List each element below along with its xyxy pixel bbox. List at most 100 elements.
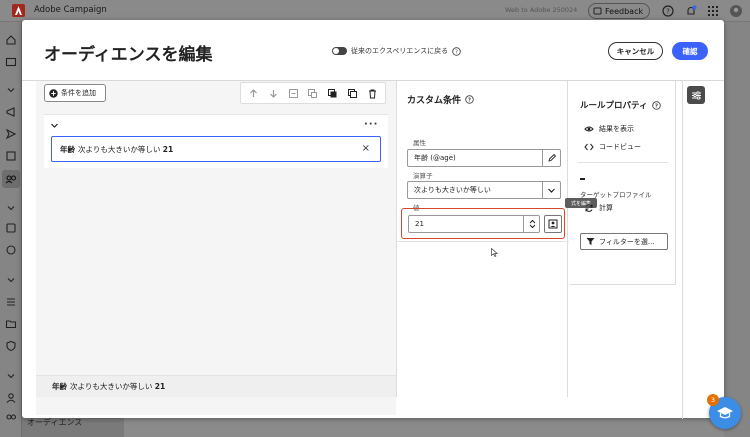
help-badge: 3 — [707, 394, 719, 406]
value-row: 21 — [401, 208, 565, 239]
home-icon[interactable] — [5, 34, 17, 46]
delete-icon[interactable] — [367, 88, 378, 99]
copy-icon[interactable] — [347, 88, 358, 99]
number-stepper[interactable] — [523, 216, 540, 232]
summary-operator: 次よりも大きいか等しい — [70, 382, 153, 391]
expression-icon — [548, 219, 558, 229]
collapse-icon[interactable] — [288, 88, 299, 99]
mouse-cursor-icon — [491, 248, 498, 257]
content-icon[interactable] — [5, 150, 17, 162]
svg-text:?: ? — [666, 8, 670, 16]
dialog-title: オーディエンスを編集 — [44, 45, 213, 65]
app-title[interactable]: Adobe Campaign — [34, 5, 107, 15]
nav-audience-label[interactable]: オーディエンス — [27, 417, 82, 428]
edit-expression-button[interactable] — [544, 215, 562, 233]
calculate-label: 計算 — [599, 204, 613, 212]
select-filter-button[interactable]: フィルターを選... — [580, 233, 668, 250]
add-condition-label: 条件を追加 — [61, 89, 96, 97]
bell-icon[interactable] — [685, 5, 697, 17]
explorer-icon[interactable] — [5, 56, 17, 68]
profile-icon[interactable] — [5, 392, 17, 404]
rule-canvas: 条件を追加 ··· 年齢 次よりも大きいか等しい 21 × 年齢 次よりも大きい… — [36, 81, 396, 415]
custom-condition-panel: カスタム条件 ? 属性 年齢 (@age) 演算子 次よりも大きいか等しい 値 — [396, 81, 597, 397]
reports-icon[interactable] — [5, 222, 17, 234]
edit-audience-dialog: オーディエンスを編集 従来のエクスペリエンスに戻る ? キャンセル 確認 条件を… — [22, 20, 724, 419]
apps-grid-icon[interactable] — [707, 5, 719, 17]
close-icon[interactable]: × — [362, 143, 370, 154]
org-name: Web to Adobe 250024 — [505, 6, 578, 14]
info-icon[interactable]: ? — [452, 46, 461, 56]
rule-properties-title-text: ルールプロパティ — [580, 101, 648, 111]
avatar[interactable] — [730, 5, 742, 17]
chevron-down-icon[interactable] — [50, 121, 59, 130]
svg-text:?: ? — [654, 103, 657, 109]
info-icon[interactable]: ? — [651, 100, 661, 110]
edit-attribute-button[interactable] — [542, 150, 560, 166]
filter-icon — [586, 238, 595, 245]
rule-toolbar — [240, 82, 386, 104]
select-filter-label: フィルターを選... — [599, 237, 655, 246]
folder-icon[interactable] — [5, 318, 17, 330]
properties-toggle-button[interactable] — [687, 86, 705, 104]
move-down-icon[interactable] — [268, 88, 279, 99]
chevron-down-icon[interactable] — [5, 84, 17, 96]
right-rail — [682, 81, 724, 419]
chevron-down-icon — [548, 188, 555, 193]
left-navigation — [0, 22, 22, 437]
target-profile-label: ターゲットプロファイル — [580, 191, 652, 199]
chevron-down-icon[interactable] — [5, 274, 17, 286]
chevron-down-icon[interactable] — [5, 370, 17, 382]
cancel-button[interactable]: キャンセル — [608, 42, 663, 60]
divider — [397, 241, 569, 242]
edit-icon — [547, 153, 556, 162]
add-circle-icon — [49, 88, 58, 98]
background-page-bottom — [124, 418, 724, 437]
graduation-cap-icon — [717, 407, 733, 419]
confirm-button[interactable]: 確認 — [672, 42, 708, 60]
attribute-field[interactable]: 年齢 (@age) — [407, 149, 561, 167]
operator-dropdown-button[interactable] — [542, 182, 560, 198]
add-condition-button[interactable]: 条件を追加 — [44, 84, 106, 102]
toggle-switch[interactable] — [332, 47, 347, 55]
refresh-icon — [585, 204, 593, 212]
background-page-right — [724, 22, 750, 437]
info-icon[interactable]: ? — [465, 95, 474, 104]
top-bar: Adobe Campaign Web to Adobe 250024 Feedb… — [0, 0, 750, 22]
custom-condition-title: カスタム条件 ? — [407, 93, 474, 106]
help-icon[interactable]: ? — [662, 5, 674, 17]
rule-properties-panel: ルールプロパティ ? 結果を表示 コードビュー ターゲットプロファイル 計算 フ… — [570, 81, 676, 285]
chevron-down-icon[interactable] — [529, 224, 536, 229]
value-number-input[interactable]: 21 — [408, 215, 540, 233]
summary-value: 21 — [154, 382, 166, 391]
admin-icon[interactable] — [5, 340, 17, 352]
condition-attribute: 年齢 — [60, 144, 75, 154]
condition-rule[interactable]: 年齢 次よりも大きいか等しい 21 × — [51, 136, 381, 162]
legacy-experience-toggle[interactable]: 従来のエクスペリエンスに戻る ? — [332, 46, 461, 56]
audience-nav-icon[interactable] — [5, 412, 17, 424]
adobe-logo-icon — [12, 4, 25, 17]
eye-icon — [584, 126, 594, 132]
send-icon[interactable] — [5, 128, 17, 140]
audiences-icon[interactable] — [5, 173, 17, 185]
attribute-label: 属性 — [413, 139, 426, 147]
condition-group: ··· 年齢 次よりも大きいか等しい 21 × — [44, 114, 388, 168]
expand-icon[interactable] — [307, 88, 318, 99]
more-options-icon[interactable]: ··· — [364, 119, 378, 130]
svg-text:?: ? — [468, 98, 471, 104]
operator-dropdown[interactable]: 次よりも大きいか等しい — [407, 181, 561, 199]
offers-icon[interactable] — [5, 244, 17, 256]
duplicate-icon[interactable] — [327, 88, 338, 99]
list-icon[interactable] — [5, 296, 17, 308]
condition-operator: 次よりも大きいか等しい — [78, 144, 161, 154]
settings-sliders-icon — [691, 90, 701, 100]
chevron-down-icon[interactable] — [5, 202, 17, 214]
feedback-icon — [593, 7, 602, 14]
code-view-button[interactable]: コードビュー — [584, 142, 641, 152]
campaign-icon[interactable] — [5, 106, 17, 118]
calculate-button[interactable]: 計算 — [584, 203, 613, 213]
move-up-icon[interactable] — [248, 88, 259, 99]
code-view-label: コードビュー — [599, 143, 641, 151]
view-results-label: 結果を表示 — [599, 125, 634, 133]
feedback-button[interactable]: Feedback — [588, 3, 651, 19]
view-results-button[interactable]: 結果を表示 — [584, 124, 634, 134]
